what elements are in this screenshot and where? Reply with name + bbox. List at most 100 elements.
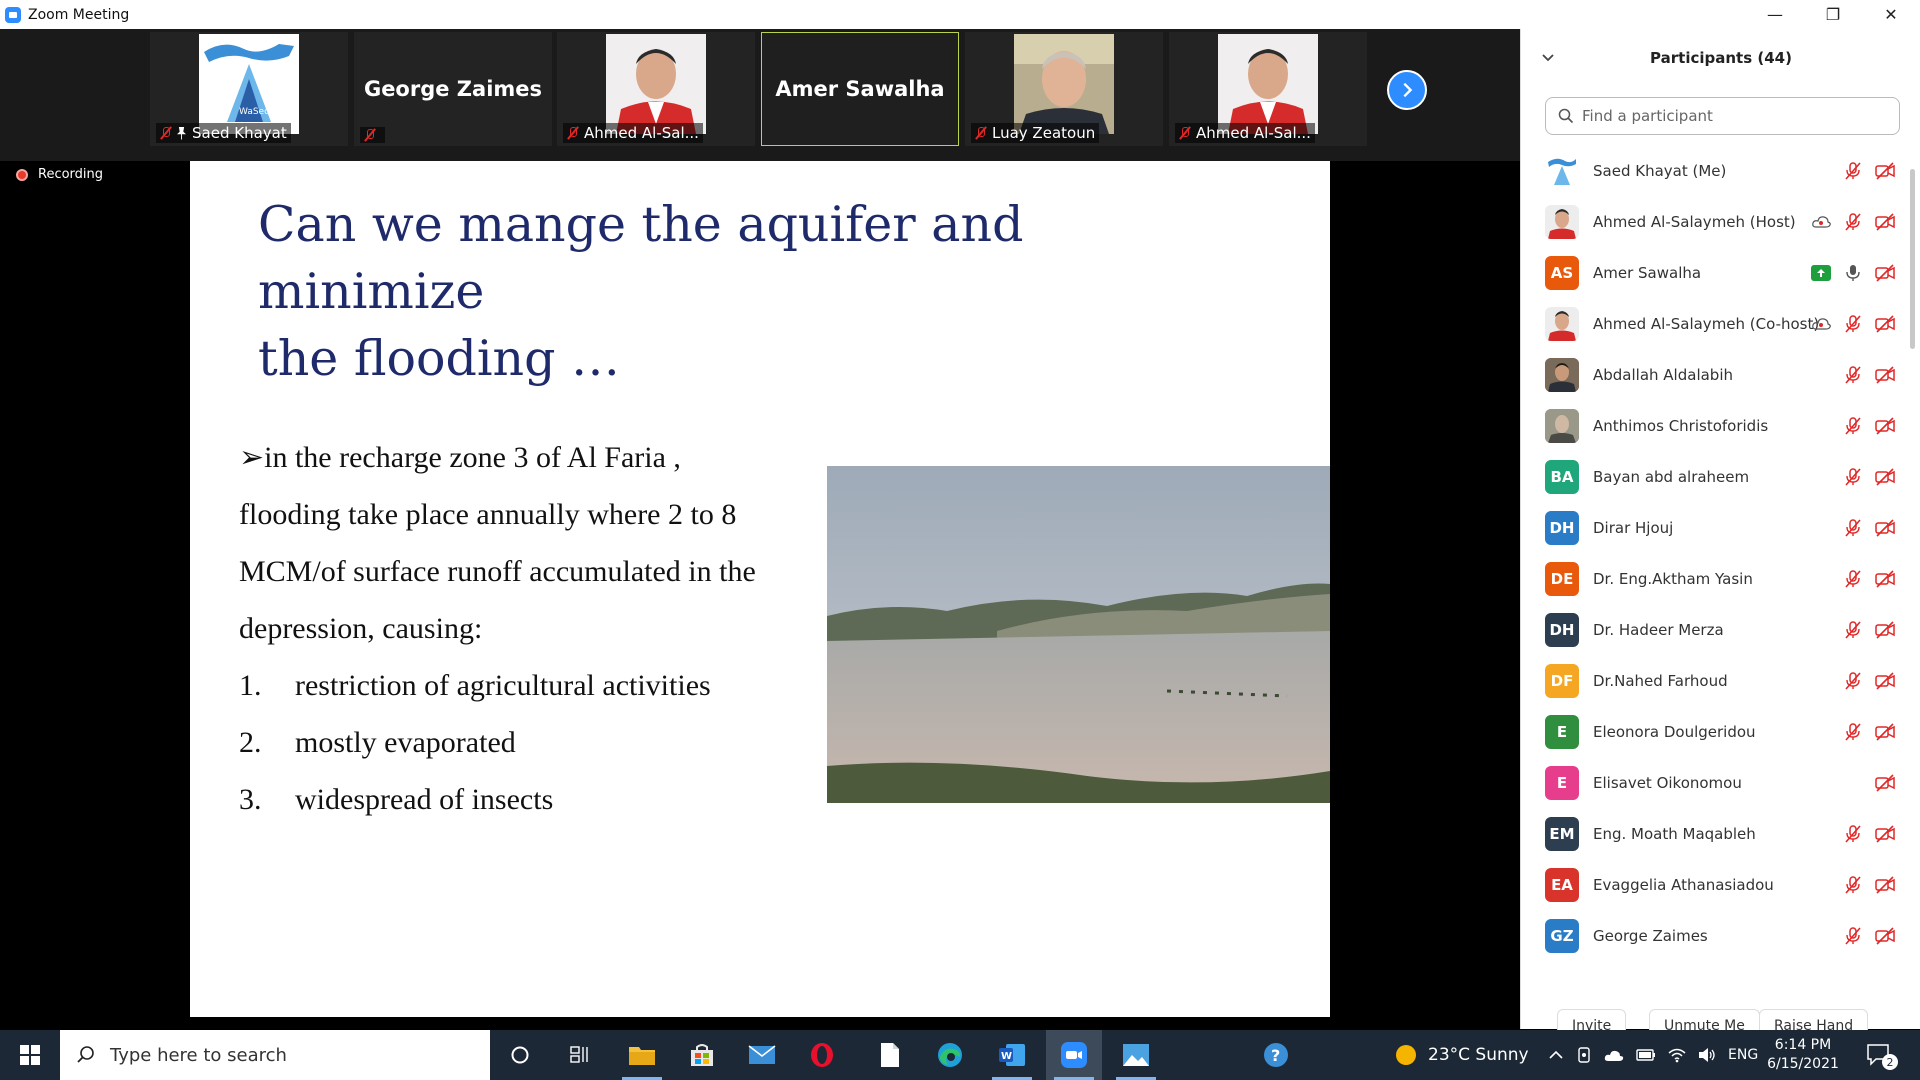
participant-row[interactable]: E Elisavet Oikonomou <box>1545 757 1895 808</box>
camera-off-icon[interactable] <box>1875 518 1895 538</box>
participant-row[interactable]: E Eleonora Doulgeridou <box>1545 706 1895 757</box>
participants-panel: Participants (44) Saed Khayat (Me) Ahmed … <box>1520 29 1920 1043</box>
participant-status-icons <box>1843 604 1895 655</box>
battery-icon[interactable] <box>1636 1048 1656 1062</box>
mic-muted-icon[interactable] <box>1843 824 1863 844</box>
close-button[interactable]: ✕ <box>1862 0 1920 29</box>
restore-button[interactable]: ❐ <box>1804 0 1862 29</box>
chevron-up-icon[interactable] <box>1548 1047 1564 1063</box>
zoom-taskbar-button[interactable] <box>1046 1030 1102 1080</box>
participant-name: Eng. Moath Maqableh <box>1593 824 1756 843</box>
help-taskbar-button[interactable]: ? <box>1248 1030 1304 1080</box>
cortana-button[interactable] <box>492 1030 548 1080</box>
camera-off-icon[interactable] <box>1875 722 1895 742</box>
photos-taskbar-button[interactable] <box>1108 1030 1164 1080</box>
task-view-icon <box>570 1046 588 1063</box>
video-tile[interactable]: Ahmed Al-Sal... <box>557 32 755 146</box>
camera-off-icon[interactable] <box>1875 161 1895 181</box>
taskbar-search[interactable]: Type here to search <box>60 1030 490 1080</box>
opera-taskbar-button[interactable] <box>794 1030 850 1080</box>
shared-slide: Can we mange the aquifer and minimize th… <box>190 161 1330 1017</box>
mail-taskbar-button[interactable] <box>734 1030 790 1080</box>
speaker-volume-icon[interactable] <box>1698 1047 1716 1063</box>
participant-row[interactable]: DH Dirar Hjouj <box>1545 502 1895 553</box>
participant-row[interactable]: AS Amer Sawalha <box>1545 247 1895 298</box>
camera-off-icon[interactable] <box>1875 824 1895 844</box>
word-icon: W <box>999 1044 1025 1066</box>
minimize-button[interactable]: — <box>1746 0 1804 29</box>
recording-indicator[interactable]: Recording <box>16 167 103 182</box>
mic-muted-icon[interactable] <box>1843 926 1863 946</box>
mic-muted-icon[interactable] <box>1843 671 1863 691</box>
mic-icon[interactable] <box>1843 263 1863 283</box>
camera-off-icon[interactable] <box>1875 926 1895 946</box>
input-language[interactable]: ENG <box>1728 1047 1758 1063</box>
weather-widget[interactable]: 23°C Sunny <box>1394 1030 1529 1080</box>
participant-row[interactable]: EM Eng. Moath Maqableh <box>1545 808 1895 859</box>
notification-center-button[interactable]: 2 <box>1866 1030 1898 1080</box>
mic-muted-icon[interactable] <box>1843 722 1863 742</box>
task-view-button[interactable] <box>552 1030 608 1080</box>
camera-off-icon[interactable] <box>1875 416 1895 436</box>
participant-row[interactable]: DH Dr. Hadeer Merza <box>1545 604 1895 655</box>
file-explorer-taskbar-button[interactable] <box>614 1030 670 1080</box>
participant-name: Ahmed Al-Salaymeh (Host) <box>1593 212 1796 231</box>
mic-muted-icon[interactable] <box>1843 467 1863 487</box>
next-page-arrow-button[interactable] <box>1387 70 1427 110</box>
avatar <box>1545 357 1579 392</box>
mic-muted-icon[interactable] <box>1843 875 1863 895</box>
camera-off-icon[interactable] <box>1875 569 1895 589</box>
video-tile-active-speaker[interactable]: Amer Sawalha <box>761 32 959 146</box>
camera-off-icon[interactable] <box>1875 467 1895 487</box>
camera-off-icon[interactable] <box>1875 671 1895 691</box>
wifi-icon[interactable] <box>1668 1047 1686 1063</box>
camera-off-icon[interactable] <box>1875 620 1895 640</box>
participant-row[interactable]: Abdallah Aldalabih <box>1545 349 1895 400</box>
participant-row[interactable]: BA Bayan abd alraheem <box>1545 451 1895 502</box>
tile-name: Luay Zeatoun <box>992 124 1096 142</box>
participant-search[interactable] <box>1545 97 1900 135</box>
mic-muted-icon[interactable] <box>1843 161 1863 181</box>
camera-off-icon[interactable] <box>1875 212 1895 232</box>
participant-row[interactable]: DF Dr.Nahed Farhoud <box>1545 655 1895 706</box>
store-taskbar-button[interactable] <box>674 1030 730 1080</box>
participant-row[interactable]: DE Dr. Eng.Aktham Yasin <box>1545 553 1895 604</box>
onedrive-cloud-icon[interactable] <box>1604 1048 1624 1062</box>
participant-status-icons <box>1811 247 1895 298</box>
camera-off-icon[interactable] <box>1875 875 1895 895</box>
svg-text:?: ? <box>1271 1046 1280 1065</box>
participant-row[interactable]: EA Evaggelia Athanasiadou <box>1545 859 1895 910</box>
video-tile[interactable]: Ahmed Al-Sal... <box>1169 32 1367 146</box>
word-taskbar-button[interactable]: W <box>984 1030 1040 1080</box>
start-button[interactable] <box>0 1030 60 1080</box>
camera-off-icon[interactable] <box>1875 263 1895 283</box>
participant-row[interactable]: Ahmed Al-Salaymeh (Co-host) <box>1545 298 1895 349</box>
video-tile[interactable]: WaSec Saed Khayat <box>150 32 348 146</box>
camera-off-icon[interactable] <box>1875 365 1895 385</box>
tile-name: Saed Khayat <box>192 124 287 142</box>
edge-taskbar-button[interactable] <box>922 1030 978 1080</box>
participants-scrollbar[interactable] <box>1910 169 1915 349</box>
mic-muted-icon[interactable] <box>1843 314 1863 334</box>
taskbar-clock[interactable]: 6:14 PM 6/15/2021 <box>1758 1036 1848 1074</box>
notepad-taskbar-button[interactable] <box>862 1030 918 1080</box>
svg-text:WaSec: WaSec <box>239 107 269 117</box>
mic-muted-icon[interactable] <box>1843 416 1863 436</box>
mic-muted-icon[interactable] <box>1843 365 1863 385</box>
device-icon[interactable] <box>1576 1046 1592 1064</box>
camera-off-icon[interactable] <box>1875 773 1895 793</box>
folder-icon <box>629 1047 655 1065</box>
camera-off-icon[interactable] <box>1875 314 1895 334</box>
tile-caption: Saed Khayat <box>156 123 291 143</box>
participant-row[interactable]: Ahmed Al-Salaymeh (Host) <box>1545 196 1895 247</box>
video-tile[interactable]: George Zaimes <box>354 32 552 146</box>
mic-muted-icon[interactable] <box>1843 569 1863 589</box>
participant-row[interactable]: GZ George Zaimes <box>1545 910 1895 961</box>
participant-row[interactable]: Anthimos Christoforidis <box>1545 400 1895 451</box>
mic-muted-icon[interactable] <box>1843 518 1863 538</box>
participant-row[interactable]: Saed Khayat (Me) <box>1545 145 1895 196</box>
mic-muted-icon[interactable] <box>1843 212 1863 232</box>
participant-search-input[interactable] <box>1582 107 1882 125</box>
video-tile[interactable]: Luay Zeatoun <box>965 32 1163 146</box>
mic-muted-icon[interactable] <box>1843 620 1863 640</box>
